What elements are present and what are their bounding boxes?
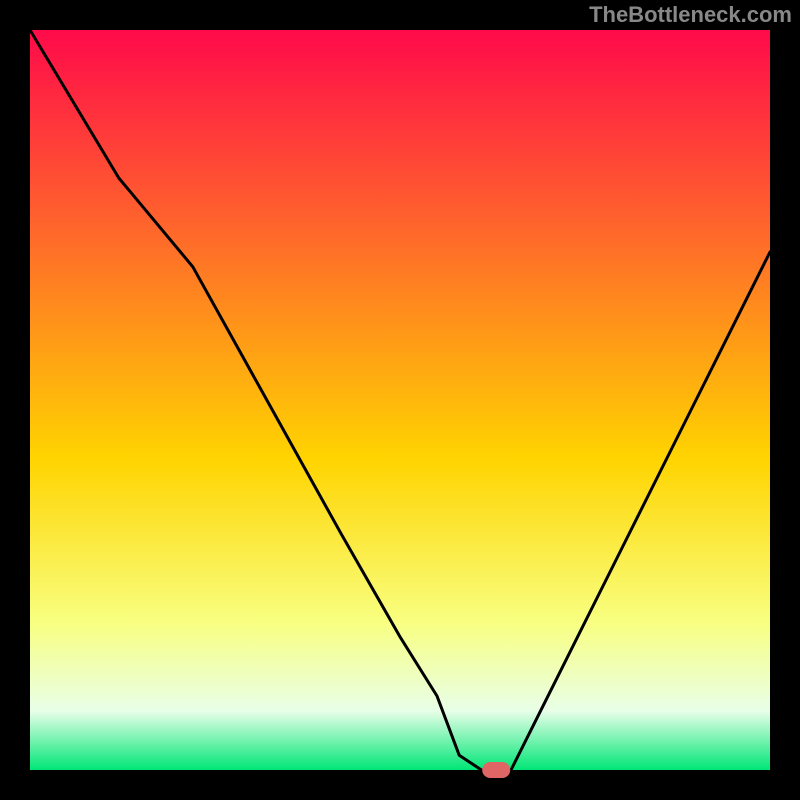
chart-container: TheBottleneck.com [0, 0, 800, 800]
watermark-text: TheBottleneck.com [589, 2, 792, 28]
bottleneck-chart [0, 0, 800, 800]
